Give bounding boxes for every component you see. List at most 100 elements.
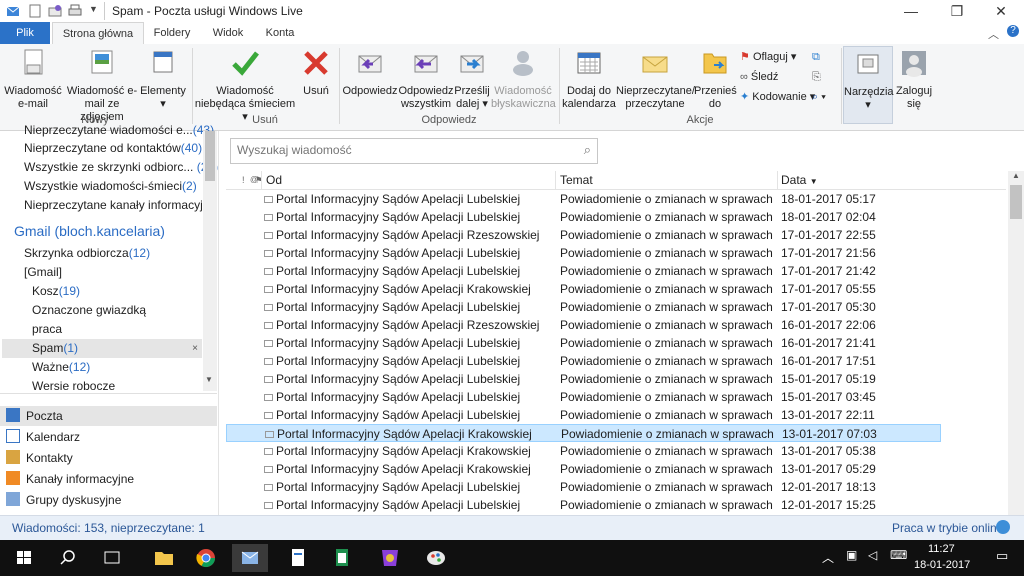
message-row[interactable]: Portal Informacyjny Sądów Apelacji Lubel… bbox=[226, 478, 941, 496]
message-row[interactable]: Portal Informacyjny Sądów Apelacji Lubel… bbox=[226, 334, 941, 352]
message-row[interactable]: Portal Informacyjny Sądów Apelacji Lubel… bbox=[226, 298, 941, 316]
nav-mail[interactable]: Poczta bbox=[0, 406, 217, 426]
tab-view[interactable]: Widok bbox=[206, 22, 250, 44]
volume-icon[interactable]: ◁ bbox=[868, 548, 877, 562]
folder-inbox[interactable]: Skrzynka odbiorcza(12) bbox=[24, 244, 226, 263]
folder-unread-email[interactable]: Nieprzeczytane wiadomości e...(43) bbox=[24, 121, 226, 140]
message-row[interactable]: Portal Informacyjny Sądów Apelacji Lubel… bbox=[226, 208, 941, 226]
clock-time[interactable]: 11:27 bbox=[928, 543, 955, 555]
unread-read-button[interactable]: Nieprzeczytane/ przeczytane bbox=[616, 48, 695, 111]
search-input[interactable] bbox=[231, 139, 573, 161]
tab-home[interactable]: Strona główna bbox=[52, 22, 144, 45]
message-row[interactable]: Portal Informacyjny Sądów Apelacji Lubel… bbox=[226, 262, 941, 280]
scroll-up-icon[interactable]: ▲ bbox=[1012, 171, 1020, 180]
account-gmail[interactable]: Gmail (bloch.kancelaria) bbox=[14, 222, 216, 242]
file-explorer-icon[interactable] bbox=[146, 544, 182, 572]
close-button[interactable]: ✕ bbox=[978, 0, 1024, 22]
new-message-icon[interactable] bbox=[28, 4, 42, 18]
folder-spam[interactable]: Spam(1) × bbox=[2, 339, 202, 358]
reply-all-button[interactable]: Odpowiedz wszystkim bbox=[398, 48, 454, 111]
message-row[interactable]: Portal Informacyjny Sądów Apelacji Lubel… bbox=[226, 406, 941, 424]
folder-all-junk[interactable]: Wszystkie wiadomości-śmieci(2) bbox=[24, 177, 226, 196]
print-icon[interactable] bbox=[68, 4, 82, 18]
spreadsheet-icon[interactable] bbox=[324, 544, 360, 572]
instant-message-button[interactable]: Wiadomość błyskawiczna bbox=[491, 48, 556, 111]
message-row[interactable]: Portal Informacyjny Sądów Apelacji Lubel… bbox=[226, 370, 941, 388]
folder-all-inbox[interactable]: Wszystkie ze skrzynki odbiorc... (26) bbox=[24, 158, 226, 177]
windows-live-mail-taskbar-icon[interactable] bbox=[232, 544, 268, 572]
ime-icon[interactable]: ⌨ bbox=[890, 548, 907, 562]
search-box[interactable]: ⌕ bbox=[230, 138, 598, 164]
close-icon[interactable]: × bbox=[192, 339, 198, 358]
tab-file[interactable]: Plik bbox=[0, 22, 50, 44]
message-row[interactable]: Portal Informacyjny Sądów Apelacji Krako… bbox=[226, 424, 941, 442]
copy-to-folder-button[interactable]: ⧉ bbox=[812, 48, 820, 66]
not-junk-button[interactable]: Wiadomość niebędąca śmieciem ▾ bbox=[194, 48, 296, 124]
tab-folders[interactable]: Foldery bbox=[150, 22, 194, 44]
search-taskbar-icon[interactable] bbox=[50, 544, 86, 572]
delete-button[interactable]: Usuń bbox=[296, 48, 336, 98]
message-row[interactable]: Portal Informacyjny Sądów Apelacji Lubel… bbox=[226, 244, 941, 262]
scroll-down-icon[interactable]: ▼ bbox=[205, 375, 213, 384]
new-photo-email-button[interactable]: Wiadomość e- mail ze zdjęciem bbox=[64, 48, 140, 124]
message-row[interactable]: Portal Informacyjny Sądów Apelacji Lubel… bbox=[226, 496, 941, 514]
nav-contacts[interactable]: Kontakty bbox=[0, 448, 217, 468]
windows-start-icon[interactable] bbox=[6, 544, 42, 572]
message-from: Portal Informacyjny Sądów Apelacji Lubel… bbox=[264, 262, 554, 280]
tools-button[interactable]: Narzędzia ▾ bbox=[843, 46, 894, 124]
message-row[interactable]: Portal Informacyjny Sądów Apelacji Krako… bbox=[226, 280, 941, 298]
message-from: Portal Informacyjny Sądów Apelacji Lubel… bbox=[264, 478, 554, 496]
app-icon[interactable] bbox=[372, 544, 408, 572]
document-icon[interactable] bbox=[280, 544, 316, 572]
scrollbar-thumb[interactable] bbox=[1010, 185, 1022, 219]
minimize-button[interactable]: — bbox=[888, 0, 934, 22]
flag-button[interactable]: ⚑ Oflaguj ▾ bbox=[740, 48, 796, 66]
folder-scrollbar[interactable]: ▼ bbox=[203, 131, 217, 391]
watch-button[interactable]: ∞ Śledź bbox=[740, 68, 778, 86]
sign-in-button[interactable]: Zaloguj się bbox=[894, 48, 934, 111]
send-receive-icon[interactable] bbox=[48, 4, 62, 18]
paint-icon[interactable] bbox=[418, 544, 454, 572]
message-list-scrollbar[interactable]: ▲ bbox=[1008, 171, 1024, 515]
items-button[interactable]: Elementy ▾ bbox=[140, 48, 186, 111]
find-button[interactable]: ⌕ ▾ bbox=[812, 88, 826, 106]
clock-date[interactable]: 18-01-2017 bbox=[914, 559, 970, 571]
collapse-ribbon-icon[interactable]: ︿ bbox=[988, 26, 999, 42]
new-email-button[interactable]: Wiadomość e-mail bbox=[4, 48, 62, 111]
message-row[interactable]: Portal Informacyjny Sądów Apelacji Lubel… bbox=[226, 388, 941, 406]
nav-feeds[interactable]: Kanały informacyjne bbox=[0, 469, 217, 489]
forward-button[interactable]: Prześlij dalej ▾ bbox=[454, 48, 490, 111]
move-to-button[interactable]: Przenieś do bbox=[694, 48, 737, 111]
task-view-icon[interactable] bbox=[94, 544, 130, 572]
message-row[interactable]: Portal Informacyjny Sądów Apelacji Rzesz… bbox=[226, 316, 941, 334]
importance-column-icon[interactable]: ! bbox=[242, 171, 245, 189]
message-row[interactable]: Portal Informacyjny Sądów Apelacji Krako… bbox=[226, 442, 941, 460]
quick-access-dropdown-icon[interactable]: ▼ bbox=[89, 4, 98, 14]
column-from[interactable]: Od bbox=[266, 171, 282, 189]
message-date: 15-01-2017 03:45 bbox=[781, 390, 876, 404]
help-icon[interactable]: ? bbox=[1007, 25, 1019, 37]
message-row[interactable]: Portal Informacyjny Sądów Apelacji Lubel… bbox=[226, 190, 941, 208]
folder-gmail[interactable]: [Gmail] bbox=[24, 263, 226, 282]
add-to-calendar-button[interactable]: Dodaj do kalendarza bbox=[562, 48, 616, 111]
message-row[interactable]: Portal Informacyjny Sądów Apelacji Krako… bbox=[226, 460, 941, 478]
reply-button[interactable]: Odpowiedz bbox=[342, 48, 398, 98]
column-subject[interactable]: Temat bbox=[560, 171, 593, 189]
folder-unread-feeds[interactable]: Nieprzeczytane kanały informacyj... bbox=[24, 196, 202, 215]
network-icon[interactable]: ▣ bbox=[846, 548, 857, 562]
encoding-button[interactable]: ✦ Kodowanie ▾ bbox=[740, 88, 815, 106]
maximize-button[interactable]: ❐ bbox=[934, 0, 980, 22]
nav-newsgroups[interactable]: Grupy dyskusyjne bbox=[0, 490, 217, 510]
copy-button[interactable]: ⎘ bbox=[812, 68, 821, 86]
tray-chevron-icon[interactable]: ︿ bbox=[822, 549, 834, 566]
column-date[interactable]: Data ▼ bbox=[781, 171, 818, 189]
tab-accounts[interactable]: Konta bbox=[258, 22, 302, 44]
chrome-icon[interactable] bbox=[188, 544, 224, 572]
notifications-icon[interactable]: ▭ bbox=[996, 548, 1008, 564]
search-icon[interactable]: ⌕ bbox=[584, 142, 591, 158]
folder-unread-contacts[interactable]: Nieprzeczytane od kontaktów(40) bbox=[24, 139, 226, 158]
nav-calendar[interactable]: Kalendarz bbox=[0, 427, 217, 447]
scrollbar-thumb[interactable] bbox=[205, 131, 215, 181]
message-row[interactable]: Portal Informacyjny Sądów Apelacji Rzesz… bbox=[226, 226, 941, 244]
message-row[interactable]: Portal Informacyjny Sądów Apelacji Lubel… bbox=[226, 352, 941, 370]
